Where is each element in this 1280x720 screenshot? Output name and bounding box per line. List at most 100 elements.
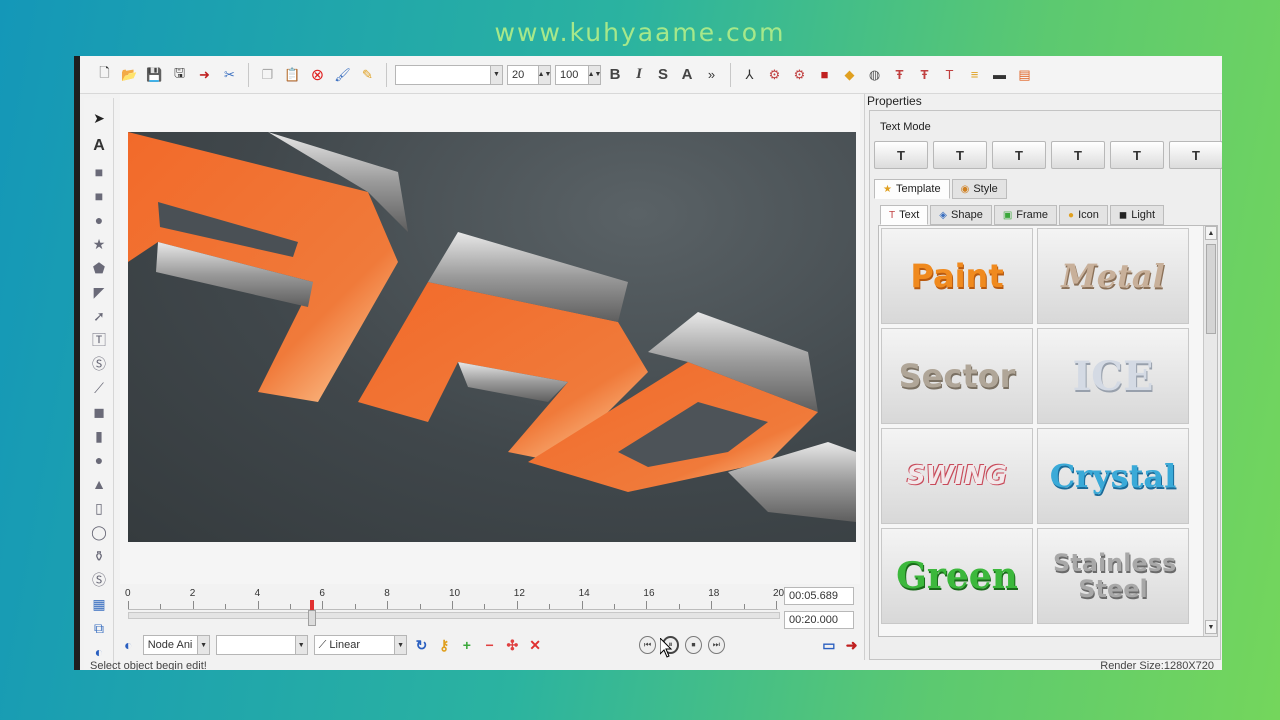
text-mode-sphere-button[interactable]: T (1110, 141, 1164, 169)
italic-button[interactable]: I (629, 66, 649, 83)
current-time-field[interactable]: 00:05.689 (784, 587, 854, 605)
cylinder-icon[interactable]: ▮ (89, 426, 109, 446)
ring-icon[interactable]: ◯ (89, 522, 109, 542)
template-stainless-steel[interactable]: Stainless Steel (1037, 528, 1189, 624)
rectangle-icon[interactable]: ■ (89, 162, 109, 182)
text-mode-flat-button[interactable]: T (874, 141, 928, 169)
refresh-icon[interactable]: ↻ (413, 636, 430, 654)
image-icon[interactable]: ▦ (89, 594, 109, 614)
preview-icon[interactable]: ▭ (820, 636, 837, 654)
gear-icon[interactable]: ⚙ (764, 64, 785, 85)
scroll-down-button[interactable]: ▼ (1205, 620, 1217, 634)
tab-text[interactable]: T Text (880, 205, 929, 225)
shadow-button[interactable]: S (653, 66, 673, 83)
scroll-up-button[interactable]: ▲ (1205, 226, 1217, 240)
s-block-icon[interactable]: Ⓢ (89, 570, 109, 590)
export-video-icon[interactable]: ➜ (843, 636, 860, 654)
delete-key-icon[interactable]: ✕ (527, 636, 544, 654)
template-ice[interactable]: ICE (1037, 328, 1189, 424)
circle-icon[interactable]: ● (89, 210, 109, 230)
interpolation-select[interactable]: ⟋ Linear ▼ (313, 635, 408, 655)
color-bar-icon[interactable]: ▤ (1014, 64, 1035, 85)
box-icon[interactable]: ■ (814, 64, 835, 85)
brush-icon[interactable]: 🖌 (332, 64, 353, 85)
text-mode-bevel-button[interactable]: T (1051, 141, 1105, 169)
tab-style[interactable]: ◉ Style (951, 179, 1007, 199)
template-sector[interactable]: Sector (881, 328, 1033, 424)
save-icon[interactable]: 💾 (144, 64, 165, 85)
template-green[interactable]: Green (881, 528, 1033, 624)
arrow-icon[interactable]: ➚ (89, 306, 109, 326)
add-key-icon[interactable]: + (459, 636, 476, 654)
group-icon[interactable]: ⧉ (89, 618, 109, 638)
template-metal[interactable]: Metal (1037, 228, 1189, 324)
scroll-thumb[interactable] (1206, 244, 1216, 334)
text-mode-shell-button[interactable]: T (1169, 141, 1222, 169)
square-icon[interactable]: ■ (89, 186, 109, 206)
cube-icon[interactable]: ◼ (89, 402, 109, 422)
export-icon[interactable]: ➜ (194, 64, 215, 85)
tab-template[interactable]: ★ Template (874, 179, 950, 199)
delete-icon[interactable]: ⊗ (307, 64, 328, 85)
pencil-icon[interactable]: ✎ (357, 64, 378, 85)
rotate-icon[interactable]: ◐ (89, 642, 109, 662)
layers-icon[interactable]: ≡ (964, 64, 985, 85)
text-mode-extrude-button[interactable]: T (933, 141, 987, 169)
pentagon-icon[interactable]: ⬟ (89, 258, 109, 278)
split-key-icon[interactable]: ✣ (504, 636, 521, 654)
text-mode-round-button[interactable]: T (992, 141, 1046, 169)
timeline-thumb[interactable] (308, 610, 317, 626)
open-icon[interactable]: 📂 (119, 64, 140, 85)
text-3d-icon[interactable]: Ŧ (889, 64, 910, 85)
outline-button[interactable]: A (677, 66, 697, 83)
gallery-scrollbar[interactable]: ▲ ▼ (1203, 226, 1217, 636)
copy-icon[interactable]: ❐ (257, 64, 278, 85)
paste-icon[interactable]: 📋 (282, 64, 303, 85)
vase-icon[interactable]: ⚱ (89, 546, 109, 566)
timeline-track[interactable] (128, 612, 780, 619)
sphere-icon[interactable]: ● (89, 450, 109, 470)
new-icon[interactable]: 🗋 (94, 64, 115, 85)
font-size-spinner[interactable]: 20 ▲▼ (507, 64, 551, 85)
tab-shape[interactable]: ◈ Shape (930, 205, 992, 225)
tab-icon[interactable]: ● Icon (1059, 205, 1108, 225)
remove-key-icon[interactable]: − (481, 636, 498, 654)
template-swing[interactable]: SWING (881, 428, 1033, 524)
shield-icon[interactable]: ◤ (89, 282, 109, 302)
total-time-field[interactable]: 00:20.000 (784, 611, 854, 629)
text-icon[interactable]: A (89, 136, 109, 156)
line-icon[interactable]: ⟋ (89, 378, 109, 398)
template-paint[interactable]: Paint (881, 228, 1033, 324)
cone-icon[interactable]: ▲ (89, 474, 109, 494)
save-as-icon[interactable]: 🖫 (169, 64, 190, 85)
more-chevron-icon[interactable]: » (701, 64, 722, 85)
timeline-ruler[interactable]: 0 2 4 6 8 10 12 14 16 18 20 (125, 588, 784, 612)
tab-light[interactable]: ◼ Light (1109, 205, 1165, 225)
node-animation-select[interactable]: Node Ani ▼ (142, 635, 211, 655)
3d-viewport[interactable] (128, 132, 856, 542)
tab-frame[interactable]: ▣ Frame (993, 205, 1058, 225)
star-icon[interactable]: ★ (89, 234, 109, 254)
text-flat-icon[interactable]: T (939, 64, 960, 85)
text-box-icon[interactable]: 🅃 (89, 330, 109, 350)
cut-icon[interactable]: ✂ (219, 64, 240, 85)
go-start-button[interactable]: ⏮ (639, 636, 657, 654)
axis-icon[interactable]: ⅄ (739, 64, 760, 85)
scale-spinner[interactable]: 100 ▲▼ (555, 64, 601, 85)
go-end-button[interactable]: ⏭ (707, 636, 725, 654)
select-arrow-icon[interactable]: ➤ (89, 108, 109, 128)
secondary-select[interactable]: ▼ (216, 635, 308, 655)
font-family-select[interactable]: ▼ (395, 64, 503, 85)
text-3d-alt-icon[interactable]: Ŧ (914, 64, 935, 85)
template-crystal[interactable]: Crystal (1037, 428, 1189, 524)
globe-icon[interactable]: ◍ (864, 64, 885, 85)
pillar-icon[interactable]: ▯ (89, 498, 109, 518)
gear-multi-icon[interactable]: ⚙ (789, 64, 810, 85)
plugin-icon[interactable]: ◆ (839, 64, 860, 85)
s-shape-icon[interactable]: Ⓢ (89, 354, 109, 374)
rotate-view-icon[interactable]: ◐ (120, 636, 137, 654)
key-icon[interactable]: ⚷ (436, 636, 453, 654)
film-icon[interactable]: ▬ (989, 64, 1010, 85)
stop-button[interactable]: ⏹ (685, 636, 702, 654)
bold-button[interactable]: B (605, 66, 625, 83)
